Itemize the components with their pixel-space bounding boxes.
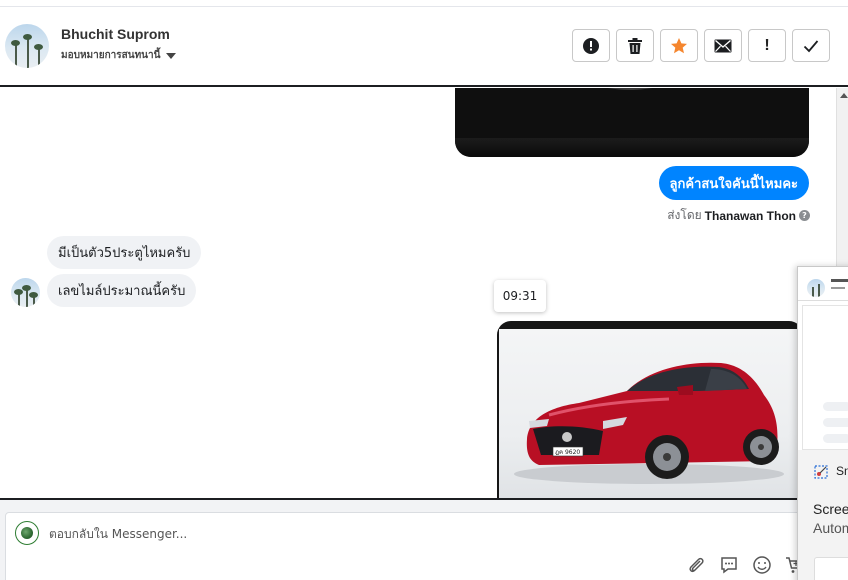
sent-by-name[interactable]: Thanawan Thon	[705, 209, 796, 223]
envelope-icon	[714, 39, 732, 52]
follow-up-button[interactable]: !	[748, 29, 786, 62]
car-interior-photo[interactable]	[455, 88, 809, 157]
trash-icon	[628, 37, 642, 54]
incoming-message-bubble[interactable]: มีเป็นตัว5ประตูไหมครับ	[47, 236, 202, 269]
notification-body: Autom	[813, 520, 848, 536]
sent-by-prefix: ส่งโดย	[667, 208, 702, 222]
contact-avatar[interactable]	[5, 24, 49, 68]
preview-avatar	[807, 279, 825, 297]
preview-title-line	[831, 279, 848, 282]
scroll-up-arrow-icon[interactable]	[840, 93, 848, 98]
notification-title: Screen	[813, 501, 848, 517]
top-strip	[0, 0, 848, 7]
reply-input[interactable]	[49, 523, 749, 545]
snipping-tool-label: Sn	[836, 464, 848, 478]
notification-button[interactable]	[814, 557, 848, 580]
saved-replies-icon[interactable]	[719, 555, 739, 575]
attachment-paperclip-icon[interactable]	[686, 555, 706, 575]
alert-circle-icon	[583, 37, 599, 54]
help-icon[interactable]: ?	[799, 210, 810, 221]
preview-divider	[798, 300, 848, 301]
outgoing-message-bubble[interactable]: ลูกค้าสนใจคันนี้ไหมคะ	[658, 166, 809, 200]
assign-label: มอบหมายการสนทนานี้	[61, 50, 161, 61]
star-button[interactable]	[660, 29, 698, 62]
car-exterior-photo[interactable]: ฎค 9620	[497, 321, 803, 498]
delete-button[interactable]	[616, 29, 654, 62]
screenshot-preview-window[interactable]: Sn Screen Autom	[797, 266, 848, 580]
incoming-message-bubble[interactable]: เลขไมล์ประมาณนี้ครับ	[47, 274, 197, 307]
reply-area	[0, 498, 848, 580]
follow-up-label: !	[764, 36, 770, 54]
mark-unread-button[interactable]	[704, 29, 742, 62]
contact-name[interactable]: Bhuchit Suprom	[61, 26, 170, 42]
page-avatar	[15, 521, 39, 545]
spam-button[interactable]	[572, 29, 610, 62]
assign-conversation-dropdown[interactable]: มอบหมายการสนทนานี้	[61, 48, 177, 63]
emoji-icon[interactable]	[752, 555, 772, 575]
star-icon	[671, 37, 687, 53]
header-actions: !	[572, 29, 830, 62]
preview-thumbnail	[802, 305, 848, 450]
message-list[interactable]: ลูกค้าสนใจคันนี้ไหมคะ ส่งโดย Thanawan Th…	[0, 88, 836, 498]
reply-box[interactable]	[5, 512, 805, 580]
caret-down-icon	[166, 52, 177, 59]
snipping-tool-icon[interactable]	[814, 464, 828, 479]
svg-text:ฎค 9620: ฎค 9620	[555, 449, 580, 456]
sender-avatar[interactable]	[11, 278, 40, 307]
conversation-header: Bhuchit Suprom มอบหมายการสนทนานี้ !	[0, 7, 848, 87]
done-button[interactable]	[792, 29, 830, 62]
reply-tools	[686, 555, 805, 575]
preview-subtitle-line	[831, 287, 845, 289]
timestamp-tooltip: 09:31	[494, 280, 546, 312]
check-icon	[803, 39, 819, 52]
sent-by-label: ส่งโดย Thanawan Thon ?	[667, 206, 810, 225]
